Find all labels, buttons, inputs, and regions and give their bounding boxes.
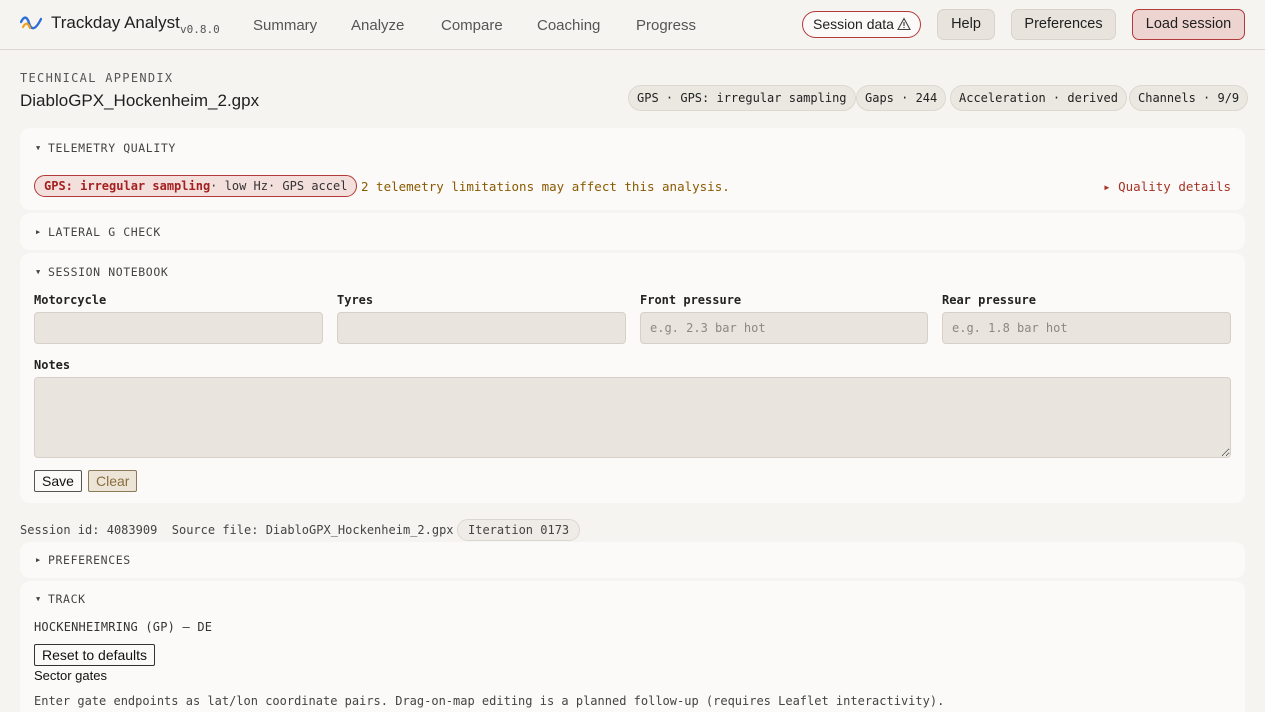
limitations-message: 2 telemetry limitations may affect this … <box>361 179 730 194</box>
rear-pressure-input[interactable] <box>942 312 1231 344</box>
telemetry-quality-toggle[interactable]: ▼ TELEMETRY QUALITY <box>36 141 176 155</box>
gps-issue-rest: · low Hz· GPS accel <box>210 179 348 193</box>
clear-button[interactable]: Clear <box>88 470 138 492</box>
page-title: DiabloGPX_Hockenheim_2.gpx <box>20 91 260 110</box>
nav-progress[interactable]: Progress <box>636 17 696 34</box>
session-id: 4083909 <box>106 523 158 537</box>
session-id-label: Session id: <box>20 523 100 537</box>
lateral-g-toggle[interactable]: ▶ LATERAL G CHECK <box>36 225 161 239</box>
rear-pressure-label: Rear pressure <box>942 293 1036 307</box>
telemetry-quality-panel: ▼ TELEMETRY QUALITY GPS: irregular sampli… <box>20 128 1245 210</box>
track-name: HOCKENHEIMRING (GP) — DE <box>34 620 213 634</box>
quality-details-link[interactable]: ▸ Quality details <box>1103 179 1231 194</box>
source-file-label: Source file: <box>171 523 259 537</box>
warning-icon <box>897 17 911 31</box>
save-button[interactable]: Save <box>34 470 82 492</box>
caret-down-icon: ▼ <box>36 268 41 276</box>
lateral-g-panel: ▶ LATERAL G CHECK <box>20 213 1245 250</box>
notes-textarea[interactable] <box>34 377 1231 458</box>
iteration-chip: Iteration 0173 <box>457 519 581 541</box>
gaps-chip: Gaps · 244 <box>856 85 947 111</box>
session-notebook-panel: ▼ SESSION NOTEBOOK Motorcycle Tyres Front… <box>20 253 1245 503</box>
app-version: v0.8.0 <box>180 23 220 36</box>
nav-summary[interactable]: Summary <box>253 17 317 34</box>
source-file: DiabloGPX_Hockenheim_2.gpx <box>265 523 454 537</box>
nav-analyze[interactable]: Analyze <box>351 17 404 34</box>
track-panel: ▼ TRACK HOCKENHEIMRING (GP) — DE Reset to… <box>20 581 1245 712</box>
track-heading: TRACK <box>48 592 86 606</box>
top-bar: Trackday Analyst v0.8.0 Summary Analyze … <box>0 0 1265 50</box>
motorcycle-input[interactable] <box>34 312 323 344</box>
notes-label: Notes <box>34 358 71 372</box>
preferences-heading: PREFERENCES <box>48 553 131 567</box>
help-button[interactable]: Help <box>937 9 995 40</box>
telemetry-quality-heading: TELEMETRY QUALITY <box>48 141 176 155</box>
channels-chip: Channels · 9/9 <box>1129 85 1249 111</box>
caret-down-icon: ▼ <box>36 144 41 152</box>
session-data-label: Session data <box>813 16 894 32</box>
tyres-label: Tyres <box>337 293 374 307</box>
nav-coaching[interactable]: Coaching <box>537 17 600 34</box>
page-kicker: TECHNICAL APPENDIX <box>20 71 174 85</box>
lateral-g-heading: LATERAL G CHECK <box>48 225 161 239</box>
app-logo-icon <box>20 16 42 30</box>
session-notebook-toggle[interactable]: ▼ SESSION NOTEBOOK <box>36 265 168 279</box>
acceleration-chip: Acceleration · derived <box>950 85 1127 111</box>
gps-issue-main: GPS: irregular sampling <box>44 179 211 193</box>
preferences-button[interactable]: Preferences <box>1011 9 1116 40</box>
gps-issue-badge[interactable]: GPS: irregular sampling· low Hz· GPS acc… <box>34 175 358 197</box>
front-pressure-input[interactable] <box>640 312 928 344</box>
session-meta: Session id: 4083909 Source file: DiabloG… <box>20 523 454 537</box>
track-toggle[interactable]: ▼ TRACK <box>36 592 86 606</box>
nav-compare[interactable]: Compare <box>441 17 503 34</box>
motorcycle-label: Motorcycle <box>34 293 107 307</box>
reset-defaults-button[interactable]: Reset to defaults <box>34 644 156 666</box>
gps-chip: GPS · GPS: irregular sampling <box>628 85 856 111</box>
session-data-button[interactable]: Session data <box>802 11 921 38</box>
sector-gates-label: Sector gates <box>34 668 107 683</box>
caret-down-icon: ▼ <box>36 595 41 603</box>
tyres-input[interactable] <box>337 312 626 344</box>
caret-right-icon: ▶ <box>36 228 41 236</box>
caret-right-icon: ▶ <box>36 556 41 564</box>
sector-gates-help: Enter gate endpoints as lat/lon coordina… <box>34 694 945 708</box>
front-pressure-label: Front pressure <box>640 293 742 307</box>
load-session-button[interactable]: Load session <box>1132 9 1245 40</box>
app-name: Trackday Analyst <box>51 13 180 32</box>
preferences-panel: ▶ PREFERENCES <box>20 542 1245 578</box>
preferences-toggle[interactable]: ▶ PREFERENCES <box>36 553 131 567</box>
session-notebook-heading: SESSION NOTEBOOK <box>48 265 169 279</box>
